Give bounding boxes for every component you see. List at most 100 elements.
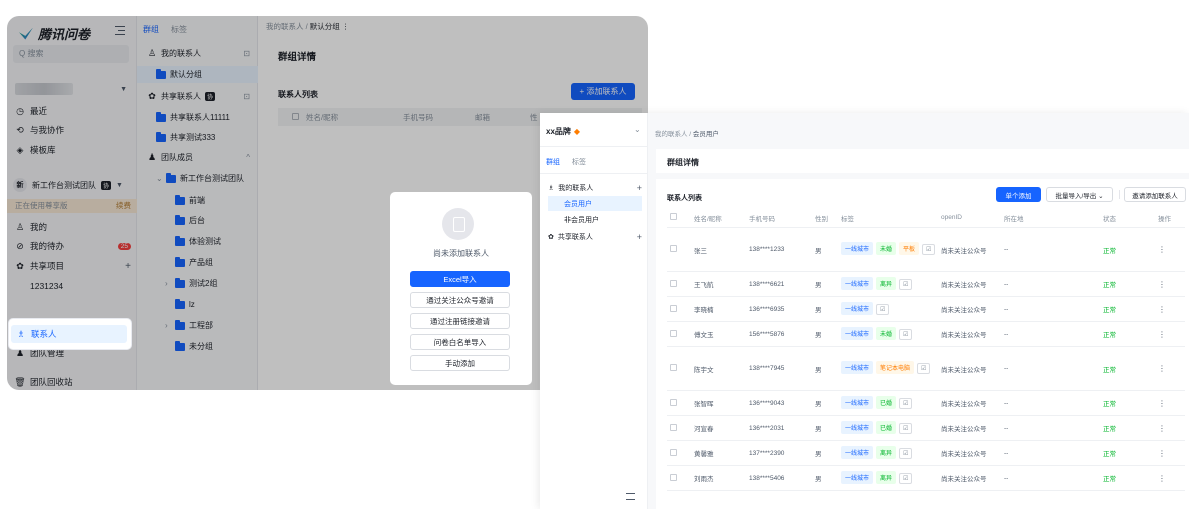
status-text: 正常 (1103, 401, 1116, 408)
row-checkbox[interactable] (667, 448, 694, 458)
tag-badge: 一线城市 (841, 276, 874, 290)
tag-badge: 一线城市 (841, 395, 874, 409)
tab-tags[interactable]: 标签 (572, 157, 586, 167)
more-actions-icon[interactable]: ⋮ (1158, 245, 1166, 254)
more-actions-icon[interactable]: ⋮ (1158, 424, 1166, 433)
contact-name: 李晓楠 (694, 307, 714, 314)
contact-openid: 尚未关注公众号 (941, 426, 987, 433)
table-row[interactable]: 张三 138****1233 男一线城市 未婚 平板 ☑ 尚未关注公众号 -- 正常 ⋮ (667, 228, 1185, 272)
status-text: 正常 (1103, 366, 1116, 374)
contact-location: -- (1004, 365, 1009, 372)
more-actions-icon[interactable]: ⋮ (1158, 280, 1166, 289)
status-text: 正常 (1103, 476, 1116, 483)
more-actions-icon[interactable]: ⋮ (1158, 364, 1166, 373)
tree-non-member-users[interactable]: 非会员用户 (548, 212, 642, 227)
edit-tags-icon[interactable]: ☑ (899, 328, 913, 340)
row-checkbox[interactable] (667, 279, 694, 289)
row-checkbox[interactable] (667, 473, 694, 483)
group-detail-card: 群组详情 (656, 149, 1189, 173)
contact-openid: 尚未关注公众号 (941, 401, 987, 408)
contact-location: -- (1004, 424, 1009, 432)
edit-tags-icon[interactable]: ☑ (922, 244, 936, 255)
tag-badge: 一线城市 (841, 470, 874, 484)
status-text: 正常 (1103, 451, 1116, 458)
collapse-sidebar-icon[interactable] (626, 493, 635, 500)
edit-tags-icon[interactable]: ☑ (899, 278, 913, 290)
invite-official-account-button[interactable]: 通过关注公众号邀请 (410, 292, 510, 308)
brand-switcher[interactable]: xx品牌 ◆ (546, 126, 580, 137)
contact-name: 傅文玉 (694, 332, 714, 339)
edit-tags-icon[interactable]: ☑ (899, 472, 913, 484)
add-icon[interactable]: + (637, 232, 642, 242)
contact-sex: 男 (815, 247, 822, 255)
contact-phone: 136****2031 (749, 424, 785, 432)
contact-name: 刘雨杰 (694, 476, 714, 483)
breadcrumb: 我的联系人 / 会员用户 (655, 131, 719, 138)
tab-groups[interactable]: 群组 (546, 157, 560, 167)
edit-tags-icon[interactable]: ☑ (899, 422, 913, 434)
contact-phone: 138****5406 (749, 474, 785, 482)
table-row[interactable]: 黄馨雅 137****2390 男一线城市 离异 ☑ 尚未关注公众号 -- 正常 ⋮ (667, 441, 1185, 466)
invite-contact-button[interactable]: 邀请添加联系人 (1124, 187, 1186, 202)
contact-phone: 138****6621 (749, 280, 785, 288)
table-row[interactable]: 刘雨杰 138****5406 男 一线城市 离异 ☑ 尚未关注公众号 -- 正常 ⋮ (667, 466, 1185, 491)
select-all-checkbox[interactable] (667, 213, 694, 222)
contact-openid: 尚未关注公众号 (941, 332, 987, 339)
tag-badge: 一线城市 (841, 301, 874, 315)
diamond-icon: ◆ (573, 127, 581, 136)
row-checkbox[interactable] (667, 364, 694, 373)
table-row[interactable]: 河宣春 136****2031 男一线城市 已婚 ☑ 尚未关注公众号 -- 正常 ⋮ (667, 416, 1185, 441)
more-actions-icon[interactable]: ⋮ (1158, 449, 1166, 458)
contact-openid: 尚未关注公众号 (941, 476, 987, 483)
nav-contacts-highlight[interactable]: ♗ 联系人 (9, 319, 131, 349)
edit-tags-icon[interactable]: ☑ (899, 447, 913, 459)
batch-import-export-button[interactable]: 批量导入/导出 ⌄ (1046, 187, 1113, 202)
row-checkbox[interactable] (667, 245, 694, 254)
manual-add-button[interactable]: 手动添加 (410, 355, 510, 371)
row-checkbox[interactable] (667, 329, 694, 339)
tag-badge: 一线城市 (841, 326, 874, 340)
more-actions-icon[interactable]: ⋮ (1158, 399, 1166, 408)
more-actions-icon[interactable]: ⋮ (1158, 330, 1166, 339)
edit-tags-icon[interactable]: ☑ (917, 363, 931, 374)
tag-badge: 离异 (876, 445, 897, 459)
more-actions-icon[interactable]: ⋮ (1158, 305, 1166, 314)
contact-phone: 138****1233 (749, 246, 785, 253)
more-actions-icon[interactable]: ⋮ (1158, 474, 1166, 483)
table-row[interactable]: 张智晖 136****9043 男一线城市 已婚 ☑ 尚未关注公众号 -- 正常 ⋮ (667, 391, 1185, 416)
table-row[interactable]: 李晓楠 136****6935 男一线城市 ☑ 尚未关注公众号 -- 正常 ⋮ (667, 297, 1185, 322)
table-row[interactable]: 傅文玉 156****5876 男一线城市 未婚 ☑ 尚未关注公众号 -- 正常 ⋮ (667, 322, 1185, 347)
divider (540, 146, 648, 147)
whitelist-import-button[interactable]: 问卷白名单导入 (410, 334, 510, 350)
invite-link-button[interactable]: 通过注册链接邀请 (410, 313, 510, 329)
edit-tags-icon[interactable]: ☑ (899, 397, 913, 409)
edit-tags-icon[interactable]: ☑ (876, 303, 890, 315)
contact-tags: 一线城市 离异 ☑ (841, 445, 941, 461)
row-checkbox[interactable] (667, 398, 694, 408)
contact-sex: 男 (815, 476, 822, 483)
table-header: 姓名/昵称 手机号码 性别 标签 openID 所在地 状态 操作 (667, 208, 1185, 228)
contact-location: -- (1004, 449, 1009, 457)
tag-badge: 离异 (876, 276, 897, 290)
contact-location: -- (1004, 474, 1009, 482)
contact-location: -- (1004, 305, 1009, 313)
tag-badge: 离异 (876, 470, 897, 484)
row-checkbox[interactable] (667, 304, 694, 314)
contact-location: -- (1004, 280, 1009, 288)
tree-my-contacts[interactable]: ♗ 我的联系人 + (548, 180, 642, 195)
table-row[interactable]: 王飞航 138****6621 男一线城市 离异 ☑ 尚未关注公众号 -- 正常 ⋮ (667, 272, 1185, 297)
table-row[interactable]: 陈宇文 138****7945 男一线城市 笔记本电脑 ☑ 尚未关注公众号 -- 正常 ⋮ (667, 347, 1185, 391)
chevron-down-icon[interactable]: ⌄ (634, 125, 641, 134)
contact-sex: 男 (815, 401, 822, 408)
contact-sex: 男 (815, 426, 822, 433)
row-checkbox[interactable] (667, 423, 694, 433)
contact-name: 张三 (694, 247, 707, 255)
excel-import-button[interactable]: Excel导入 (410, 271, 510, 287)
contact-openid: 尚未关注公众号 (941, 451, 987, 458)
tree-member-users[interactable]: 会员用户 (548, 196, 642, 211)
add-icon[interactable]: + (637, 183, 642, 193)
tree-shared-contacts[interactable]: ✿ 共享联系人 + (548, 229, 642, 244)
contact-location: -- (1004, 246, 1009, 253)
tag-badge: 未婚 (876, 326, 897, 340)
add-single-button[interactable]: 单个添加 (996, 187, 1041, 202)
